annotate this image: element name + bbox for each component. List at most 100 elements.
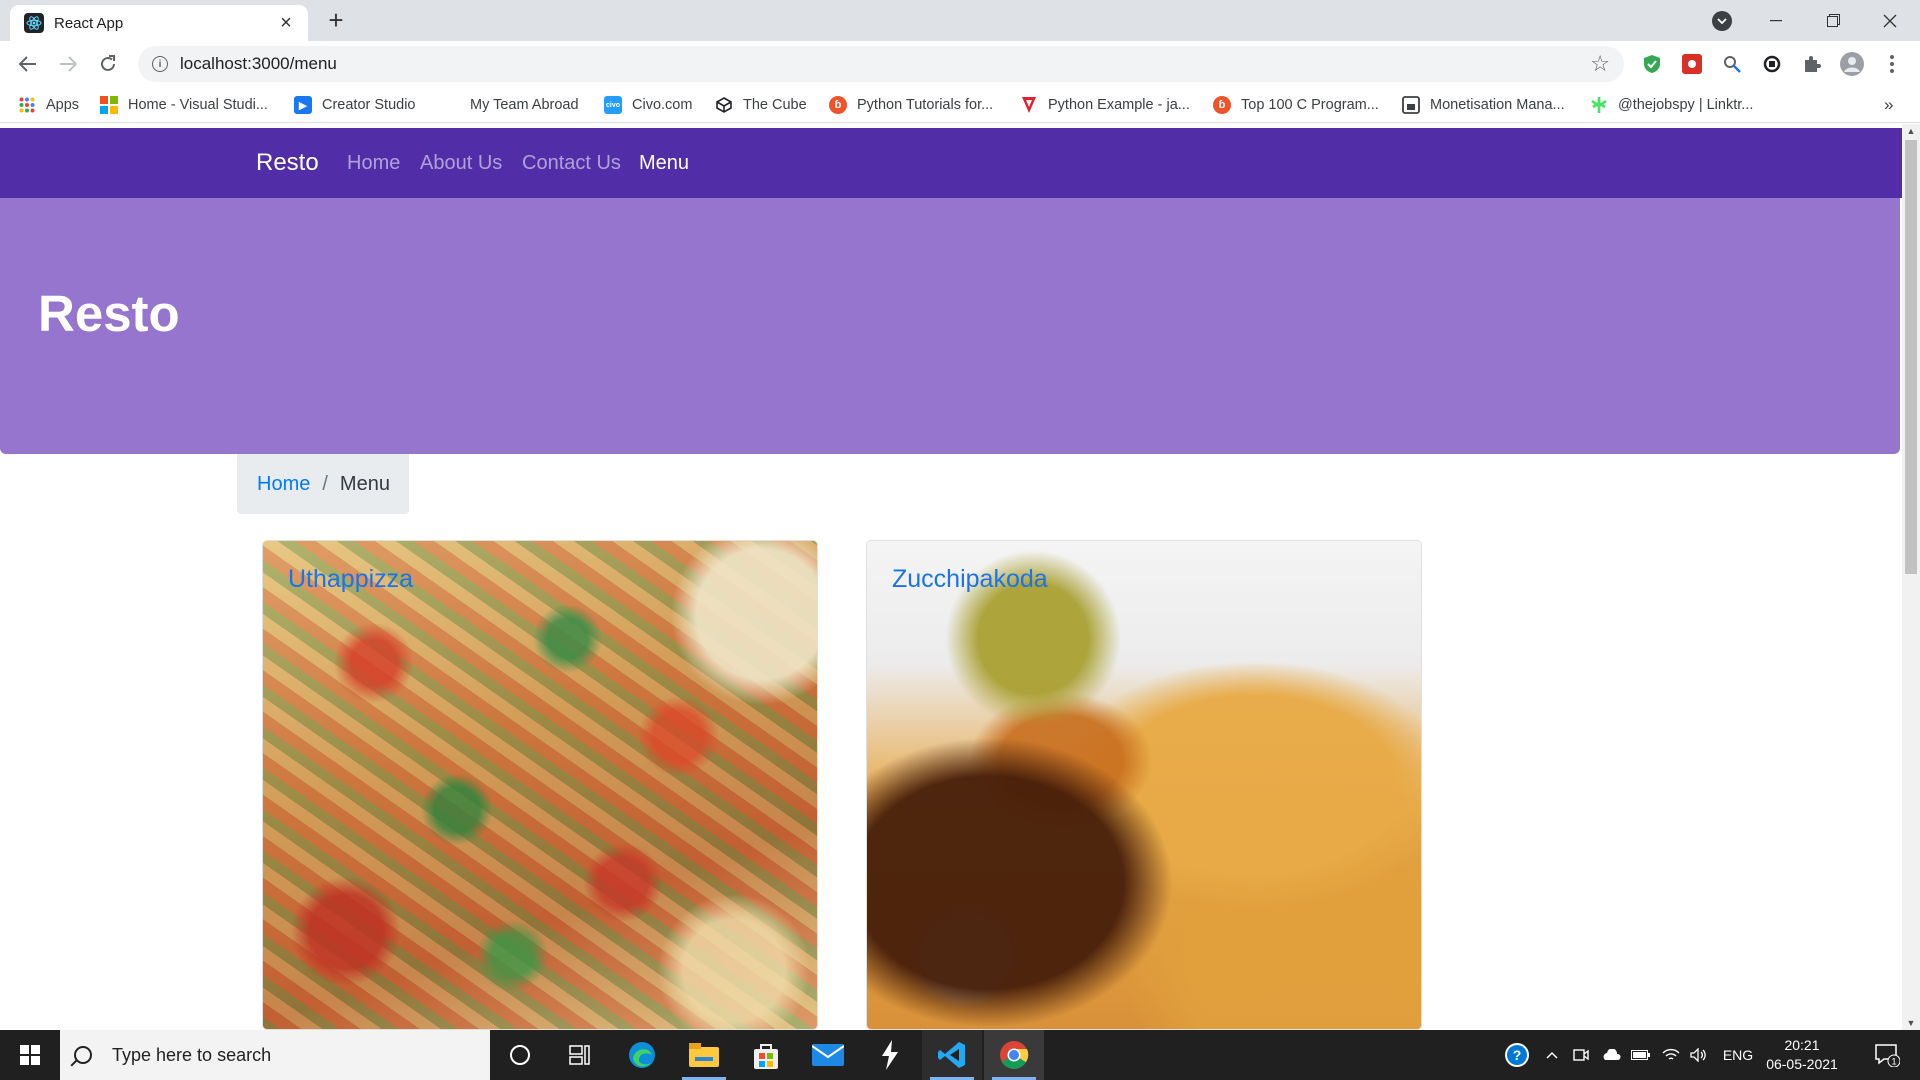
orange-circle-icon: ɓ	[829, 96, 847, 114]
bookmark-my-team-abroad[interactable]: My Team Abroad	[470, 93, 579, 117]
edge-browser-icon[interactable]	[612, 1030, 672, 1080]
search-extension-icon[interactable]	[1720, 52, 1744, 76]
bookmark-label: Apps	[46, 97, 80, 113]
bookmark-label: Creator Studio	[322, 97, 416, 113]
linktree-icon	[1590, 96, 1608, 114]
close-window-icon[interactable]	[1862, 0, 1918, 41]
language-indicator[interactable]: ENG	[1718, 1030, 1758, 1080]
page-title: Resto	[38, 285, 180, 342]
bookmark-label: Top 100 C Program...	[1241, 97, 1379, 113]
mail-icon[interactable]	[798, 1030, 858, 1080]
breadcrumb-current: Menu	[339, 472, 390, 495]
bookmarks-bar: Apps Home - Visual Studi... ▶ Creator St…	[0, 87, 1920, 123]
red-extension-icon[interactable]	[1680, 52, 1704, 76]
breadcrumb-separator: /	[322, 472, 328, 495]
task-view-icon[interactable]	[550, 1030, 610, 1080]
cube-icon	[715, 96, 733, 114]
vscode-icon[interactable]	[922, 1030, 982, 1080]
forward-arrow-icon[interactable]	[52, 48, 84, 80]
url-text[interactable]: localhost:3000/menu	[180, 54, 1590, 74]
breadcrumb-home-link[interactable]: Home	[257, 473, 310, 496]
sync-extension-icon[interactable]	[1760, 52, 1784, 76]
bookmarks-overflow-button[interactable]: »	[1884, 93, 1893, 117]
dish-card-zucchipakoda[interactable]: Zucchipakoda	[866, 540, 1422, 1030]
nav-link-contact-us[interactable]: Contact Us	[522, 152, 621, 175]
volume-icon[interactable]	[1686, 1030, 1712, 1080]
notifications-icon[interactable]: 1	[1862, 1030, 1912, 1080]
bookmark-label: My Team Abroad	[470, 97, 579, 113]
back-arrow-icon[interactable]	[12, 48, 44, 80]
restore-icon[interactable]	[1805, 0, 1861, 41]
bookmark-star-icon[interactable]: ☆	[1590, 51, 1610, 77]
cortana-icon[interactable]	[490, 1030, 550, 1080]
navbar-brand[interactable]: Resto	[256, 149, 319, 177]
shield-extension-icon[interactable]	[1640, 52, 1664, 76]
bookmark-visual-studio[interactable]: Home - Visual Studi...	[100, 93, 268, 117]
bookmark-label: Python Example - ja...	[1048, 97, 1190, 113]
clock-date: 06-05-2021	[1766, 1056, 1838, 1072]
breadcrumb: Home / Menu	[237, 454, 409, 514]
battery-icon[interactable]	[1628, 1030, 1654, 1080]
search-placeholder: Type here to search	[112, 1044, 272, 1065]
extensions-puzzle-icon[interactable]	[1800, 52, 1824, 76]
clock-time: 20:21	[1784, 1037, 1820, 1053]
scroll-down-arrow-icon[interactable]: ▼	[1902, 1016, 1920, 1030]
dish-title[interactable]: Zucchipakoda	[892, 565, 1048, 594]
windows-taskbar: Type here to search ? ENG 20:21 06-05-20…	[0, 1030, 1920, 1080]
bookmark-python-example[interactable]: Python Example - ja...	[1020, 93, 1190, 117]
react-logo-icon	[24, 13, 44, 33]
bookmark-linktree[interactable]: @thejobspy | Linktr...	[1590, 93, 1753, 117]
doc-icon	[1402, 96, 1420, 114]
file-explorer-icon[interactable]	[674, 1030, 734, 1080]
taskbar-clock[interactable]: 20:21 06-05-2021	[1762, 1036, 1842, 1074]
reload-icon[interactable]	[92, 48, 124, 80]
bookmark-label: Monetisation Mana...	[1430, 97, 1565, 113]
app-navbar: Resto Home About Us Contact Us Menu	[0, 128, 1902, 198]
profile-avatar-icon[interactable]	[1840, 52, 1864, 76]
bookmark-python-tutorials[interactable]: ɓ Python Tutorials for...	[829, 93, 993, 117]
tray-chevron-up-icon[interactable]	[1540, 1030, 1564, 1080]
notification-count: 1	[1891, 1057, 1896, 1067]
dish-card-uthappizza[interactable]: Uthappizza	[262, 540, 818, 1030]
browser-tab[interactable]: React App ×	[10, 5, 308, 41]
nav-link-home[interactable]: Home	[347, 152, 400, 175]
tab-title: React App	[54, 14, 124, 32]
meet-now-icon[interactable]	[1568, 1030, 1594, 1080]
bookmark-label: The Cube	[743, 97, 807, 113]
minimize-icon[interactable]	[1748, 0, 1804, 41]
nav-link-about-us[interactable]: About Us	[420, 152, 502, 175]
microsoft-store-icon[interactable]	[736, 1030, 796, 1080]
scrollbar-thumb[interactable]	[1905, 140, 1917, 574]
bookmark-monetisation[interactable]: Monetisation Mana...	[1402, 93, 1565, 117]
windows-start-icon[interactable]	[0, 1030, 60, 1080]
svg-text:?: ?	[1513, 1047, 1522, 1063]
page-scrollbar[interactable]: ▲ ▼	[1902, 124, 1920, 1030]
bookmark-creator-studio[interactable]: ▶ Creator Studio	[294, 93, 416, 117]
dish-photo-uthappizza	[263, 541, 817, 1029]
browser-toolbar: i localhost:3000/menu ☆	[0, 41, 1920, 87]
help-icon[interactable]: ?	[1500, 1030, 1534, 1080]
bookmark-the-cube[interactable]: The Cube	[715, 93, 807, 117]
civo-icon: civo	[604, 96, 622, 114]
bookmark-top-100-c[interactable]: ɓ Top 100 C Program...	[1213, 93, 1379, 117]
bookmark-civo[interactable]: civo Civo.com	[604, 93, 692, 117]
onedrive-cloud-icon[interactable]	[1598, 1030, 1624, 1080]
new-tab-button[interactable]: +	[322, 7, 350, 35]
taskbar-search-box[interactable]: Type here to search	[60, 1030, 490, 1080]
apps-grid-icon	[18, 96, 36, 114]
tab-search-icon[interactable]	[1712, 11, 1732, 31]
scroll-up-arrow-icon[interactable]: ▲	[1902, 124, 1920, 138]
address-bar[interactable]: i localhost:3000/menu ☆	[138, 46, 1624, 82]
bookmark-label: Civo.com	[632, 97, 693, 113]
bolt-app-icon[interactable]	[860, 1030, 920, 1080]
dish-title[interactable]: Uthappizza	[288, 565, 413, 594]
page-viewport: Resto Home About Us Contact Us Menu Rest…	[0, 124, 1902, 1030]
nav-link-menu[interactable]: Menu	[639, 152, 689, 175]
jumbotron: Resto	[0, 198, 1900, 454]
site-info-icon[interactable]: i	[152, 56, 168, 72]
chrome-icon[interactable]	[984, 1030, 1044, 1080]
close-tab-icon[interactable]: ×	[276, 13, 296, 33]
browser-menu-icon[interactable]	[1880, 52, 1904, 76]
bookmark-apps[interactable]: Apps	[18, 93, 79, 117]
wifi-icon[interactable]	[1658, 1030, 1684, 1080]
